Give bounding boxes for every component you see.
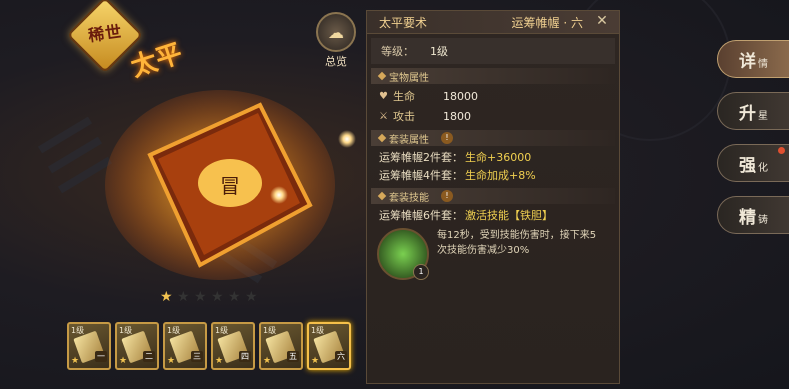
stat-label: 生命	[393, 90, 415, 103]
level-value: 1级	[430, 45, 448, 58]
side-tab[interactable]: 强化	[717, 144, 789, 182]
star-icon: ★	[211, 289, 224, 305]
overview-label: 总览	[325, 55, 347, 68]
stat-row-hp: ♥ 生命 18000	[367, 86, 619, 106]
side-tab[interactable]: 详情	[717, 40, 789, 78]
set-bonus-effect: 生命加成+8%	[465, 169, 536, 182]
slot-tier: 一	[95, 351, 107, 362]
tab-label-big: 升	[739, 103, 756, 124]
tab-label-small: 化	[758, 162, 768, 174]
stat-row-attack: ⚔ 攻击 1800	[367, 106, 619, 126]
svg-text:冒: 冒	[220, 174, 240, 198]
diamond-icon	[377, 71, 387, 81]
equipment-slot[interactable]: 1级 ★ 三	[163, 322, 207, 370]
section-set-attr: 套装属性 !	[371, 130, 615, 146]
tab-label-small: 情	[758, 58, 768, 70]
slot-tier: 三	[191, 351, 203, 362]
sword-icon: ⚔	[379, 110, 388, 122]
equipment-slot[interactable]: 1级 ★ 五	[259, 322, 303, 370]
set-bonus-name: 运筹帷幄2件套：	[379, 151, 463, 164]
section-title: 宝物属性	[389, 72, 429, 84]
set-bonus-name: 运筹帷幄4件套：	[379, 169, 463, 182]
skill-description: 每12秒，受到技能伤害时，接下来5次技能伤害减少30%	[437, 230, 597, 256]
detail-panel: 太平要术 运筹帷幄 · 六 ✕ 等级： 1级 宝物属性 ♥ 生命 18000 ⚔…	[366, 10, 620, 384]
set-bonus-row: 运筹帷幄4件套： 生命加成+8%	[367, 166, 619, 184]
star-icon: ★	[119, 356, 128, 366]
skill-level-badge: 1	[413, 264, 429, 280]
tab-label-big: 强	[739, 155, 756, 176]
cloud-icon: ☁	[316, 12, 356, 52]
skill-icon[interactable]: 1	[377, 228, 429, 280]
set-skill-row: 运筹帷幄6件套： 激活技能【铁胆】	[367, 206, 619, 224]
equipment-slot[interactable]: 1级 ★ 一	[67, 322, 111, 370]
star-icon: ★	[215, 356, 224, 366]
glow-orb	[270, 186, 288, 204]
slot-tier: 五	[287, 351, 299, 362]
set-skill-name: 运筹帷幄6件套：	[379, 209, 463, 222]
heart-icon: ♥	[379, 90, 388, 102]
star-icon: ★	[263, 356, 272, 366]
section-set-skill: 套装技能 !	[371, 188, 615, 204]
level-label: 等级：	[381, 45, 414, 58]
equipment-slot[interactable]: 1级 ★ 二	[115, 322, 159, 370]
panel-header: 太平要术 运筹帷幄 · 六	[367, 11, 619, 34]
tab-label-big: 详	[739, 51, 756, 72]
treasure-book-image: 冒	[105, 90, 335, 280]
star-icon: ★	[194, 289, 207, 305]
star-rating: ★ ★ ★ ★ ★ ★	[160, 290, 259, 304]
set-bonus-row: 运筹帷幄2件套： 生命+36000	[367, 148, 619, 166]
glow-orb	[338, 130, 356, 148]
diamond-icon	[377, 191, 387, 201]
side-tab[interactable]: 精铸	[717, 196, 789, 234]
star-icon: ★	[160, 289, 173, 305]
equipment-slot-bar: 1级 ★ 一 1级 ★ 二 1级 ★ 三 1级 ★ 四 1级 ★ 五 1级 ★ 六	[67, 322, 351, 370]
equipment-slot[interactable]: 1级 ★ 六	[307, 322, 351, 370]
overview-button[interactable]: ☁ 总览	[316, 12, 356, 68]
tab-label-small: 铸	[758, 214, 768, 226]
tab-label-small: 星	[758, 110, 768, 122]
info-icon[interactable]: !	[441, 190, 453, 202]
side-tab[interactable]: 升星	[717, 92, 789, 130]
equipment-slot[interactable]: 1级 ★ 四	[211, 322, 255, 370]
notification-dot	[778, 147, 785, 154]
section-title: 套装属性	[389, 134, 429, 146]
set-name: 运筹帷幄 · 六	[511, 15, 583, 30]
slot-tier: 六	[335, 351, 347, 362]
stat-label: 攻击	[393, 110, 415, 123]
skill-detail: 1 每12秒，受到技能伤害时，接下来5次技能伤害减少30%	[377, 228, 609, 280]
set-bonus-effect: 生命+36000	[465, 151, 532, 164]
star-icon: ★	[71, 356, 80, 366]
star-icon: ★	[228, 289, 241, 305]
info-icon[interactable]: !	[441, 132, 453, 144]
close-icon[interactable]: ✕	[589, 13, 615, 31]
stat-value: 18000	[443, 89, 478, 103]
stat-value: 1800	[443, 109, 471, 123]
star-icon: ★	[245, 289, 258, 305]
diamond-icon	[377, 133, 387, 143]
section-treasure-attr: 宝物属性	[371, 68, 615, 84]
slot-tier: 四	[239, 351, 251, 362]
section-title: 套装技能	[389, 192, 429, 204]
level-row: 等级： 1级	[371, 38, 615, 64]
star-icon: ★	[311, 356, 320, 366]
slot-tier: 二	[143, 351, 155, 362]
side-tab-bar: 详情升星强化精铸	[717, 40, 789, 248]
set-skill-effect: 激活技能【铁胆】	[465, 209, 553, 222]
tab-label-big: 精	[739, 207, 756, 228]
star-icon: ★	[167, 356, 176, 366]
star-icon: ★	[177, 289, 190, 305]
treasure-title: 太平要术	[379, 15, 428, 30]
